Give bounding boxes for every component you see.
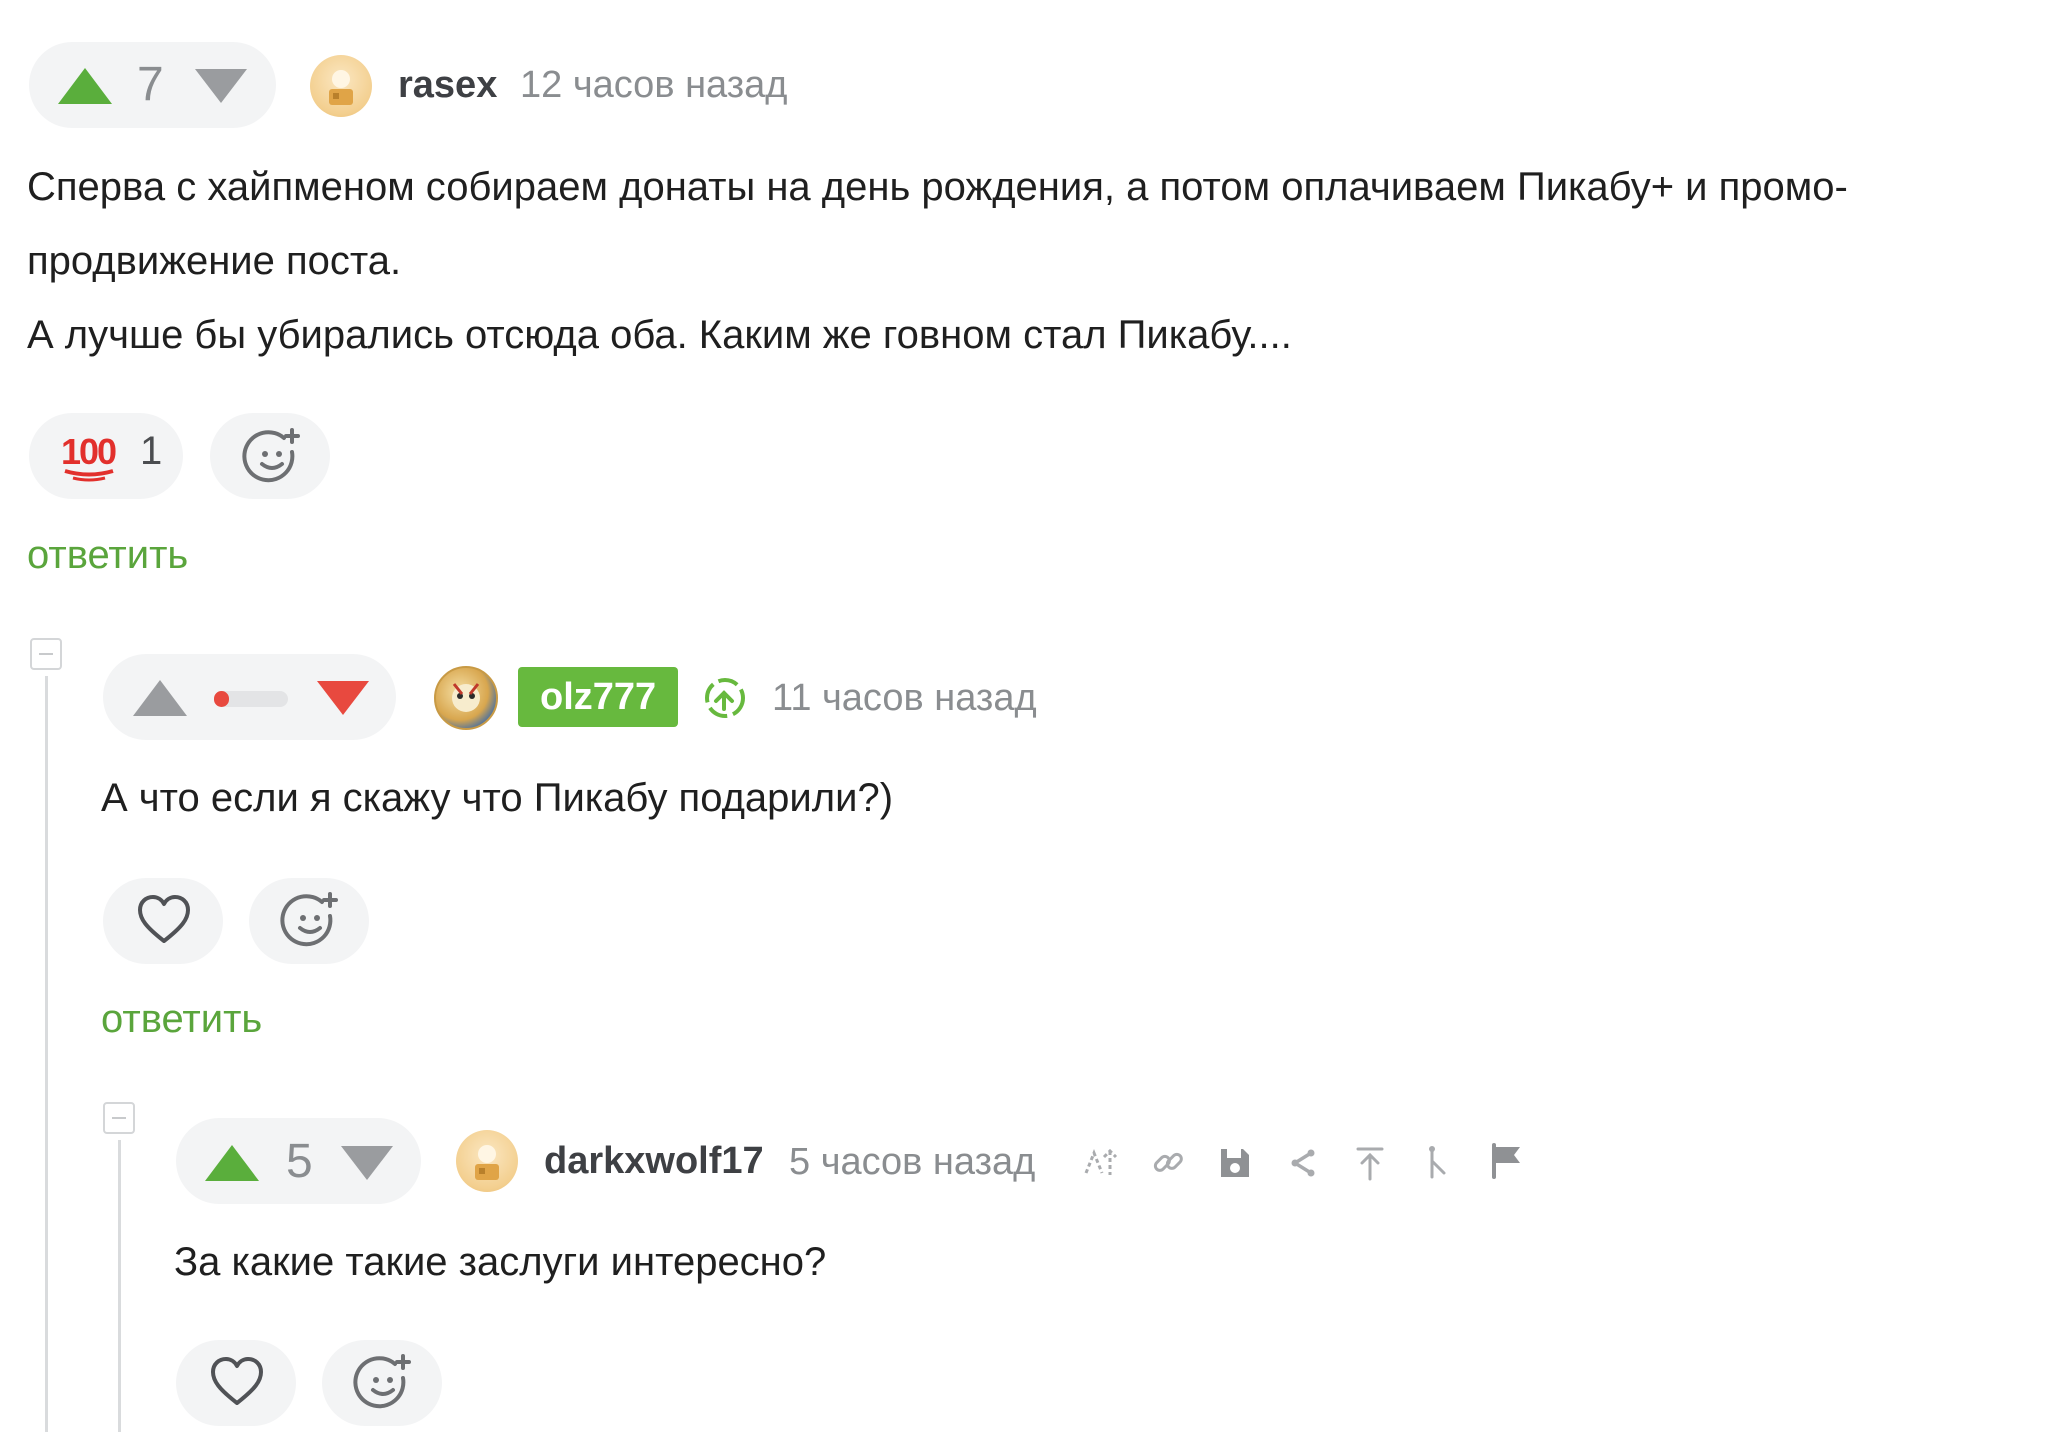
timestamp[interactable]: 11 часов назад <box>772 679 1037 717</box>
rating-value: 5 <box>286 1135 313 1188</box>
collapse-thread-button[interactable] <box>30 638 62 670</box>
share-icon[interactable] <box>1283 1143 1323 1183</box>
reply-link[interactable]: ответить <box>101 999 262 1039</box>
reaction-count: 1 <box>140 429 163 473</box>
heart-icon <box>138 895 190 943</box>
rating-bar-fill <box>214 691 229 707</box>
username-badge[interactable]: olz777 <box>518 667 679 727</box>
avatar-icon <box>329 70 353 105</box>
comment-text-line: продвижение поста. <box>27 239 402 283</box>
comment-text: За какие такие заслуги интересно? <box>174 1240 827 1284</box>
comment-text-line: А лучше бы убирались отсюда оба. Каким ж… <box>27 313 1292 357</box>
add-reaction-icon <box>242 428 300 483</box>
comment-text: А что если я скажу что Пикабу подарили?) <box>101 776 894 820</box>
hundred-underline <box>64 469 114 482</box>
hundred-emoji-icon: 100 <box>61 431 117 472</box>
rating-bar <box>214 691 288 707</box>
thread-line[interactable] <box>118 1140 121 1432</box>
avatar[interactable] <box>310 55 372 117</box>
downvote-icon[interactable] <box>315 679 371 717</box>
username[interactable]: rasex <box>398 66 497 104</box>
downvote-icon[interactable] <box>339 1144 395 1182</box>
collapse-thread-button[interactable] <box>103 1102 135 1134</box>
avatar[interactable] <box>434 666 498 730</box>
upvote-icon[interactable] <box>203 1143 261 1183</box>
add-reaction-icon <box>353 1354 411 1409</box>
timestamp[interactable]: 5 часов назад <box>789 1143 1035 1181</box>
rating-value: 7 <box>137 58 164 111</box>
save-icon[interactable] <box>1215 1143 1255 1183</box>
timestamp[interactable]: 12 часов назад <box>520 66 787 104</box>
username[interactable]: darkxwolf17 <box>544 1142 764 1180</box>
heart-icon <box>211 1357 263 1405</box>
branch-icon <box>705 678 745 718</box>
avatar-icon <box>475 1145 499 1180</box>
avatar[interactable] <box>456 1130 518 1192</box>
thread-icon[interactable] <box>1418 1143 1458 1183</box>
link-icon[interactable] <box>1148 1143 1188 1183</box>
thread-line[interactable] <box>45 676 48 1432</box>
comment-text-line: Сперва с хайпменом собираем донаты на де… <box>27 165 1848 209</box>
add-reaction-icon <box>280 892 338 947</box>
avatar-icon <box>452 683 480 712</box>
go-to-parent-icon[interactable] <box>1350 1143 1390 1183</box>
report-flag-icon[interactable] <box>1486 1141 1526 1181</box>
upvote-icon[interactable] <box>131 678 189 718</box>
upvote-icon[interactable] <box>56 66 114 106</box>
downvote-icon[interactable] <box>193 67 249 105</box>
branch-icon[interactable] <box>1080 1143 1120 1183</box>
reply-link[interactable]: ответить <box>27 535 188 575</box>
